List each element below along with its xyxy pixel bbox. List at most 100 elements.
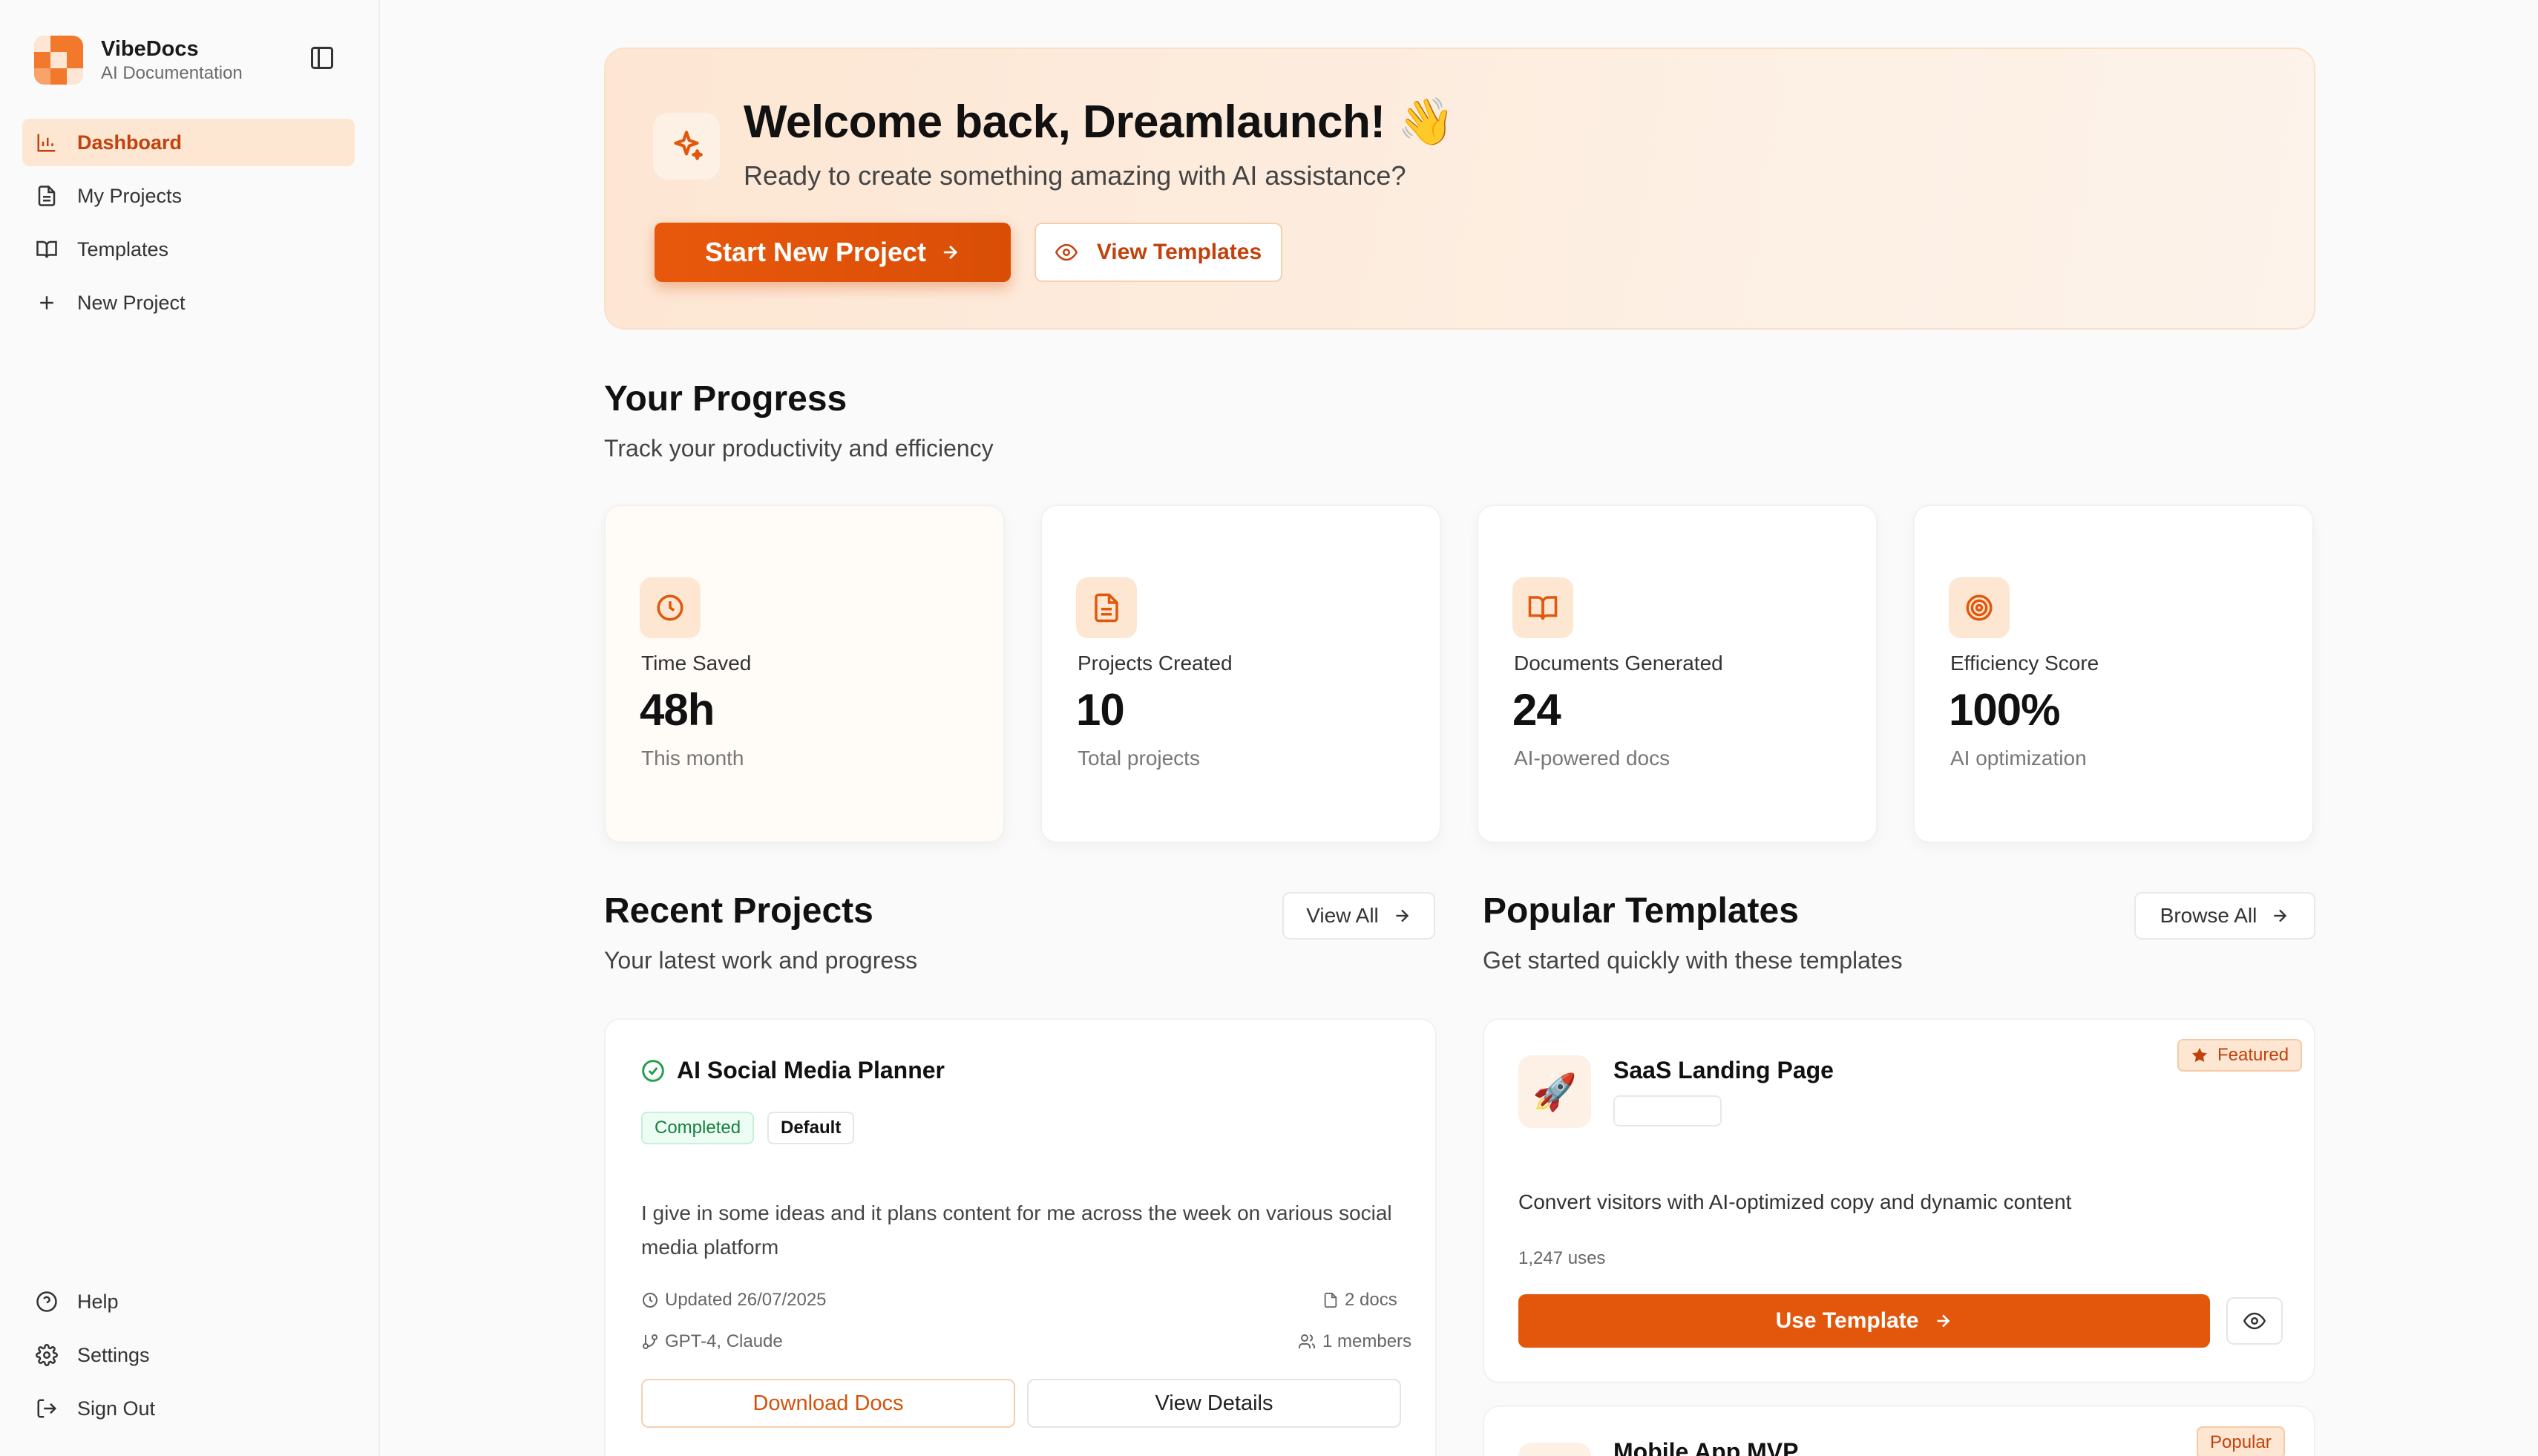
gear-icon bbox=[36, 1344, 58, 1366]
stat-value: 48h bbox=[640, 685, 715, 735]
file-icon bbox=[1324, 1292, 1337, 1308]
sidebar: VibeDocs AI Documentation Dashboard My P… bbox=[0, 0, 380, 1456]
start-new-project-button[interactable]: Start New Project bbox=[655, 223, 1011, 282]
brand-logo-icon bbox=[34, 36, 83, 85]
stat-card-time-saved: Time Saved 48h This month bbox=[604, 505, 1005, 843]
stat-card-documents-generated: Documents Generated 24 AI-powered docs bbox=[1477, 505, 1878, 843]
welcome-banner: Welcome back, Dreamlaunch! 👋 Ready to cr… bbox=[604, 47, 2315, 329]
recent-projects-subtitle: Your latest work and progress bbox=[604, 947, 918, 974]
use-template-button[interactable]: Use Template bbox=[1518, 1294, 2210, 1348]
stat-label: Efficiency Score bbox=[1950, 652, 2099, 675]
clock-icon bbox=[643, 1293, 658, 1308]
sidebar-item-label: New Project bbox=[77, 291, 186, 314]
main-content: Welcome back, Dreamlaunch! 👋 Ready to cr… bbox=[381, 0, 2538, 1456]
file-icon bbox=[1076, 577, 1137, 638]
template-card[interactable]: 🚀 SaaS Landing Page Featured Convert vis… bbox=[1483, 1018, 2315, 1383]
arrow-right-icon bbox=[943, 245, 958, 260]
badge-label: Featured bbox=[2217, 1045, 2289, 1065]
view-details-button[interactable]: View Details bbox=[1027, 1379, 1401, 1428]
popular-templates-subtitle: Get started quickly with these templates bbox=[1483, 947, 1903, 974]
sidebar-nav: Dashboard My Projects Templates New Proj… bbox=[22, 119, 355, 332]
check-circle-icon bbox=[642, 1059, 664, 1082]
star-icon bbox=[2192, 1048, 2207, 1062]
progress-title: Your Progress bbox=[604, 379, 847, 419]
project-docs-count: 2 docs bbox=[1322, 1290, 1397, 1311]
stat-label: Projects Created bbox=[1078, 652, 1233, 675]
sidebar-item-label: Templates bbox=[77, 237, 169, 260]
template-icon bbox=[1518, 1443, 1591, 1456]
arrow-right-icon bbox=[1396, 909, 1409, 922]
brand[interactable]: VibeDocs AI Documentation bbox=[34, 34, 346, 86]
sidebar-item-label: Settings bbox=[77, 1343, 150, 1366]
project-members: 1 members bbox=[1297, 1331, 1411, 1352]
template-name: SaaS Landing Page bbox=[1613, 1057, 1834, 1083]
sidebar-item-label: Help bbox=[77, 1290, 119, 1313]
sidebar-toggle-icon[interactable] bbox=[309, 45, 335, 71]
stat-subtext: Total projects bbox=[1078, 747, 1200, 770]
template-category-chip bbox=[1613, 1095, 1722, 1127]
view-templates-label: View Templates bbox=[1096, 240, 1262, 264]
project-name: AI Social Media Planner bbox=[677, 1057, 945, 1083]
tag-badge: Default bbox=[767, 1112, 855, 1144]
browse-all-label: Browse All bbox=[2160, 904, 2257, 927]
project-models: GPT-4, Claude bbox=[641, 1331, 783, 1352]
recent-projects-title: Recent Projects bbox=[604, 891, 873, 931]
view-all-label: View All bbox=[1306, 904, 1379, 927]
sidebar-item-settings[interactable]: Settings bbox=[22, 1331, 355, 1379]
file-icon bbox=[38, 186, 56, 206]
view-templates-button[interactable]: View Templates bbox=[1034, 223, 1282, 282]
sign-out-icon bbox=[37, 1399, 57, 1418]
stat-label: Time Saved bbox=[641, 652, 752, 675]
stat-subtext: AI-powered docs bbox=[1514, 747, 1670, 770]
template-uses: 1,247 uses bbox=[1518, 1248, 1606, 1268]
preview-template-button[interactable] bbox=[2226, 1297, 2283, 1345]
updated-text: Updated 26/07/2025 bbox=[665, 1290, 827, 1310]
clock-icon bbox=[640, 577, 701, 638]
stat-subtext: This month bbox=[641, 747, 744, 770]
progress-subtitle: Track your productivity and efficiency bbox=[604, 435, 994, 462]
popular-badge: Popular bbox=[2197, 1426, 2285, 1456]
eye-icon bbox=[2243, 1312, 2266, 1330]
stat-value: 100% bbox=[1949, 685, 2060, 735]
stat-value: 10 bbox=[1076, 685, 1125, 735]
download-docs-button[interactable]: Download Docs bbox=[641, 1379, 1015, 1428]
sidebar-item-help[interactable]: Help bbox=[22, 1278, 355, 1325]
sidebar-item-dashboard[interactable]: Dashboard bbox=[22, 119, 355, 166]
users-icon bbox=[1299, 1334, 1316, 1348]
book-icon bbox=[36, 240, 57, 258]
docs-count: 2 docs bbox=[1345, 1290, 1397, 1310]
sidebar-item-sign-out[interactable]: Sign Out bbox=[22, 1385, 355, 1432]
sidebar-item-templates[interactable]: Templates bbox=[22, 226, 355, 273]
rocket-icon: 🚀 bbox=[1518, 1055, 1591, 1128]
welcome-subtitle: Ready to create something amazing with A… bbox=[744, 160, 1406, 191]
browse-all-templates-button[interactable]: Browse All bbox=[2134, 892, 2315, 939]
stat-card-efficiency-score: Efficiency Score 100% AI optimization bbox=[1913, 505, 2314, 843]
stat-value: 24 bbox=[1512, 685, 1561, 735]
use-template-label: Use Template bbox=[1775, 1308, 1919, 1333]
project-description: I give in some ideas and it plans conten… bbox=[641, 1201, 1392, 1259]
eye-icon bbox=[1055, 243, 1078, 261]
stat-label: Documents Generated bbox=[1514, 652, 1723, 675]
sidebar-item-label: My Projects bbox=[77, 184, 183, 207]
template-emoji: 🚀 bbox=[1532, 1072, 1577, 1112]
view-all-projects-button[interactable]: View All bbox=[1282, 892, 1435, 939]
project-card[interactable]: AI Social Media Planner Completed Defaul… bbox=[604, 1018, 1437, 1456]
sidebar-bottom-nav: Help Settings Sign Out bbox=[22, 1278, 355, 1438]
git-branch-icon bbox=[643, 1334, 658, 1349]
featured-badge: Featured bbox=[2177, 1039, 2303, 1072]
start-new-project-label: Start New Project bbox=[704, 237, 927, 267]
template-name: Mobile App MVP bbox=[1613, 1438, 1799, 1456]
sidebar-item-my-projects[interactable]: My Projects bbox=[22, 172, 355, 220]
status-badge: Completed bbox=[641, 1112, 755, 1144]
brand-name: VibeDocs bbox=[101, 37, 199, 61]
welcome-title: Welcome back, Dreamlaunch! 👋 bbox=[744, 96, 1455, 148]
plus-icon bbox=[40, 296, 53, 309]
sidebar-item-label: Sign Out bbox=[77, 1397, 156, 1420]
arrow-right-icon bbox=[1937, 1314, 1950, 1328]
stat-card-projects-created: Projects Created 10 Total projects bbox=[1040, 505, 1441, 843]
members-text: 1 members bbox=[1322, 1331, 1412, 1351]
template-description: Convert visitors with AI-optimized copy … bbox=[1518, 1190, 2072, 1213]
sidebar-item-new-project[interactable]: New Project bbox=[22, 279, 355, 327]
book-icon bbox=[1512, 577, 1573, 638]
template-card[interactable]: Mobile App MVP Popular bbox=[1483, 1406, 2315, 1456]
